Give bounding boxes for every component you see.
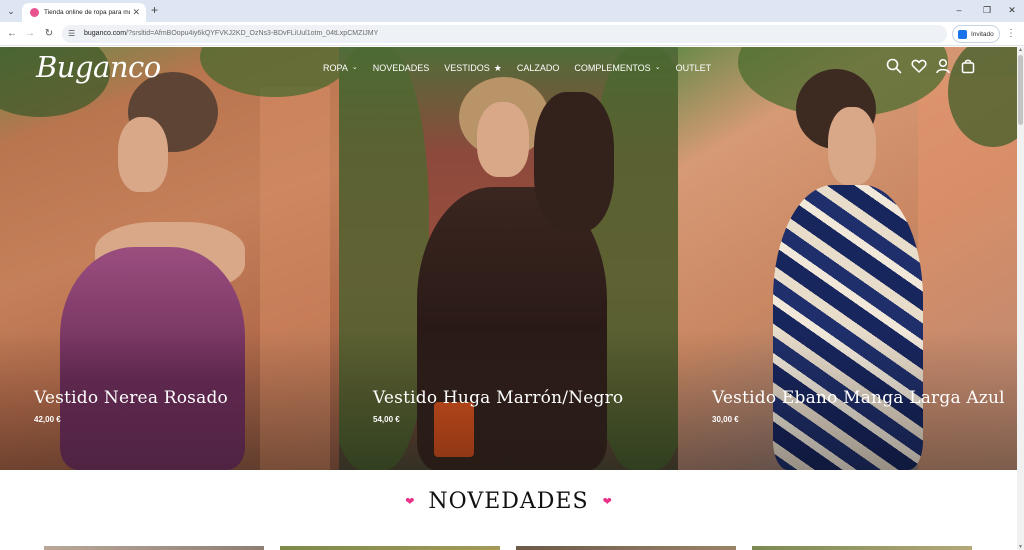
browser-tab-strip: ⌄ Tienda online de ropa para mu ✕ + – ❐ … — [0, 0, 1024, 22]
wishlist-heart-icon[interactable] — [910, 58, 927, 74]
reload-icon[interactable]: ↻ — [41, 26, 57, 42]
url-path: /?srsltid=AfmBOopu4iy6kQYFVKJ2KD_OzNs3-B… — [126, 30, 379, 37]
product-thumbnail[interactable] — [752, 546, 972, 550]
heart-icon: ❤ — [602, 496, 612, 508]
nav-label: ROPA — [323, 63, 348, 73]
address-bar[interactable]: ☰ buganco.com/?srsltid=AfmBOopu4iy6kQYFV… — [62, 25, 947, 43]
nav-item-ropa[interactable]: ROPA ⌄ — [323, 61, 358, 75]
hero-product-card[interactable]: Vestido Nerea Rosado 42,00 € — [0, 47, 339, 470]
tab-title: Tienda online de ropa para mu — [44, 9, 130, 16]
scroll-up-arrow-icon[interactable]: ▲ — [1017, 47, 1024, 53]
novedades-product-grid — [44, 546, 984, 550]
hero-product-price: 42,00 € — [34, 415, 61, 424]
tab-close-icon[interactable]: ✕ — [132, 6, 140, 18]
hero-product-title[interactable]: Vestido Ebano Manga Larga Azul — [712, 388, 1005, 408]
site-logo[interactable]: Buganco — [36, 50, 161, 84]
restore-icon[interactable]: ❐ — [975, 3, 999, 17]
nav-label: NOVEDADES — [372, 63, 430, 73]
nav-label: OUTLET — [675, 63, 712, 73]
profile-button[interactable]: Invitado — [952, 25, 1000, 43]
site-settings-icon[interactable]: ☰ — [68, 28, 75, 40]
model-raised-arm — [534, 92, 614, 232]
browser-tab-active[interactable]: Tienda online de ropa para mu ✕ — [22, 3, 146, 22]
forward-arrow-icon[interactable]: → — [22, 26, 38, 42]
address-url[interactable]: buganco.com/?srsltid=AfmBOopu4iy6kQYFVKJ… — [84, 28, 378, 40]
page-scrollbar[interactable]: ▲ ▼ — [1017, 47, 1024, 550]
star-icon: ★ — [493, 63, 502, 73]
hero-carousel: Vestido Nerea Rosado 42,00 € Vestido Hug… — [0, 47, 1017, 470]
web-page: Vestido Nerea Rosado 42,00 € Vestido Hug… — [0, 47, 1017, 550]
profile-label: Invitado — [971, 31, 994, 38]
model-face — [118, 117, 168, 192]
product-thumbnail[interactable] — [516, 546, 736, 550]
nav-label: COMPLEMENTOS — [574, 63, 651, 73]
nav-item-calzado[interactable]: CALZADO — [517, 61, 560, 75]
window-close-icon[interactable]: ✕ — [1000, 3, 1024, 17]
nav-label: VESTIDOS — [444, 63, 490, 73]
tab-search-chevron-icon[interactable]: ⌄ — [4, 4, 18, 18]
product-thumbnail[interactable] — [280, 546, 500, 550]
nav-item-outlet[interactable]: OUTLET — [676, 61, 712, 75]
model-face — [828, 107, 876, 185]
nav-item-vestidos[interactable]: VESTIDOS ★ — [444, 61, 502, 75]
foliage — [200, 47, 339, 97]
hero-product-title[interactable]: Vestido Huga Marrón/Negro — [373, 388, 623, 408]
browser-toolbar: ← → ↻ ☰ buganco.com/?srsltid=AfmBOopu4iy… — [0, 22, 1024, 46]
url-domain: buganco.com — [84, 30, 127, 37]
nav-item-novedades[interactable]: NOVEDADES — [373, 61, 430, 75]
account-icon[interactable] — [935, 58, 951, 74]
hero-product-card[interactable]: Vestido Huga Marrón/Negro 54,00 € — [339, 47, 678, 470]
chevron-down-icon: ⌄ — [654, 64, 661, 71]
main-navigation: ROPA ⌄ NOVEDADES VESTIDOS ★ CALZADO COMPLE… — [323, 61, 726, 75]
minimize-icon[interactable]: – — [947, 3, 971, 17]
scrollbar-thumb[interactable] — [1018, 55, 1023, 125]
novedades-section-header: ❤ NOVEDADES ❤ — [0, 489, 1017, 514]
site-favicon-icon — [30, 8, 39, 17]
model-face — [477, 102, 529, 177]
chevron-down-icon: ⌄ — [351, 64, 358, 71]
nav-label: CALZADO — [516, 63, 560, 73]
browser-menu-icon[interactable]: ⋮ — [1006, 26, 1016, 42]
hero-product-title[interactable]: Vestido Nerea Rosado — [34, 388, 228, 408]
back-arrow-icon[interactable]: ← — [4, 26, 20, 42]
nav-item-complementos[interactable]: COMPLEMENTOS ⌄ — [574, 61, 660, 75]
scroll-down-arrow-icon[interactable]: ▼ — [1017, 544, 1024, 550]
hero-product-price: 30,00 € — [712, 415, 739, 424]
section-title: NOVEDADES — [428, 489, 589, 514]
new-tab-button[interactable]: + — [151, 3, 158, 17]
hero-product-price: 54,00 € — [373, 415, 400, 424]
heart-icon: ❤ — [405, 496, 415, 508]
guest-profile-icon — [958, 30, 967, 39]
hero-product-card[interactable]: Vestido Ebano Manga Larga Azul 30,00 € — [678, 47, 1017, 470]
header-actions — [886, 58, 984, 74]
search-icon[interactable] — [886, 58, 902, 74]
cart-bag-icon[interactable] — [960, 58, 976, 74]
product-thumbnail[interactable] — [44, 546, 264, 550]
